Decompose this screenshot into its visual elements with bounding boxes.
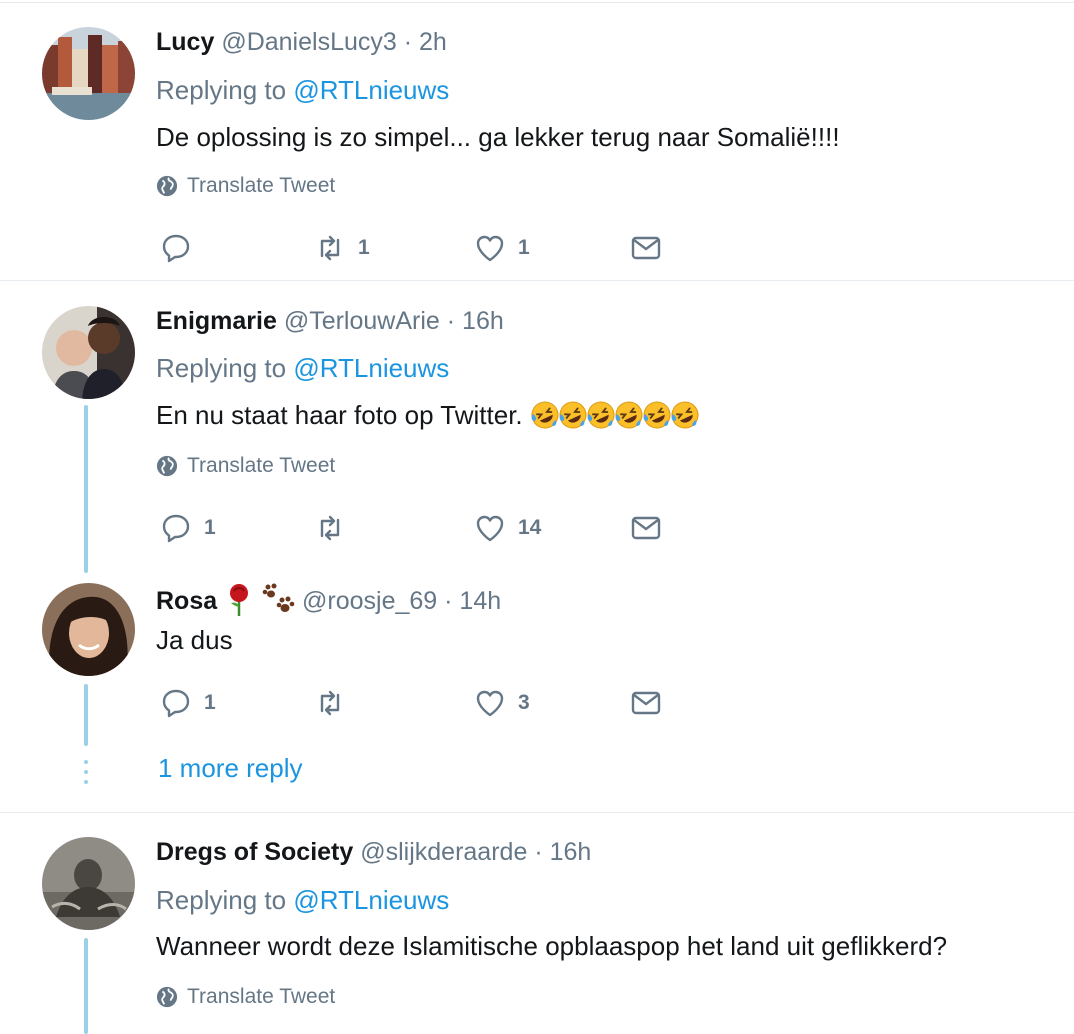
mention-link[interactable]: @RTLnieuws [293,75,449,105]
author-handle[interactable]: @roosje_69 [302,587,437,615]
mention-link[interactable]: @RTLnieuws [293,353,449,383]
tweet-header: Lucy @DanielsLucy3 · 2h [156,27,447,57]
rofl-emoji-icon [615,401,643,429]
rofl-emoji-icon [531,401,559,429]
separator-dot: · [534,838,543,866]
tweet-lucy[interactable]: Lucy @DanielsLucy3 · 2h Replying to @RTL… [0,0,1074,280]
replying-to: Replying to @RTLnieuws [156,353,449,383]
reply-button[interactable] [160,231,204,265]
tweet-thread-page: Lucy @DanielsLucy3 · 2h Replying to @RTL… [0,0,1074,1034]
replying-to: Replying to @RTLnieuws [156,75,449,105]
retweet-button[interactable] [314,686,358,720]
tweet-time[interactable]: 16h [550,838,592,866]
reply-icon [162,234,190,263]
author-name[interactable]: Rosa [156,587,217,615]
separator-dot: · [444,587,453,615]
tweet-text: De oplossing is zo simpel... ga lekker t… [156,122,840,152]
paw-prints-icon [262,583,295,612]
rofl-emoji-icon [559,401,587,429]
tweet-header: Rosa @roosje_69 · 14h [156,583,501,617]
heart-icon [476,690,504,717]
translate-label: Translate Tweet [187,454,336,477]
envelope-icon [631,691,661,715]
envelope-icon [631,516,661,540]
heart-icon [476,515,504,542]
tweet-text-line: En nu staat haar foto op Twitter. [156,400,699,430]
translate-label: Translate Tweet [187,174,336,197]
globe-icon [156,175,178,197]
envelope-icon [631,236,661,260]
tweet-actions: 1 14 [156,511,676,545]
replying-to: Replying to @RTLnieuws [156,885,449,915]
reply-icon [162,514,190,543]
avatar-enigmarie[interactable] [42,306,135,399]
tweet-dregs-of-society[interactable]: Dregs of Society @slijkderaarde · 16h Re… [0,813,1074,1034]
author-handle[interactable]: @TerlouwArie [284,307,440,335]
reply-icon [162,689,190,718]
retweet-count: 1 [358,236,370,259]
retweet-icon [320,515,340,541]
reply-count: 1 [204,691,216,714]
translate-tweet-link[interactable]: Translate Tweet [156,174,335,198]
show-more-replies-link[interactable]: 1 more reply [158,753,303,783]
author-handle[interactable]: @slijkderaarde [360,838,527,866]
rofl-emoji-icon [643,401,671,429]
tweet-rosa[interactable]: Rosa @roosje_69 · 14h Ja dus 1 3 [0,571,1074,751]
like-count: 3 [518,691,530,714]
tweet-enigmarie[interactable]: Enigmarie @TerlouwArie · 16h Replying to… [0,281,1074,571]
retweet-button[interactable]: 1 [314,231,370,265]
avatar-lucy[interactable] [42,27,135,120]
globe-icon [156,986,178,1008]
globe-icon [156,455,178,477]
author-name[interactable]: Lucy [156,28,214,56]
rose-emoji-icon [230,584,249,616]
retweet-icon [320,235,340,261]
separator-dot: · [403,28,413,56]
reply-button[interactable]: 1 [160,511,216,545]
like-count: 1 [518,236,530,259]
avatar-dregs-of-society[interactable] [42,837,135,930]
retweet-button[interactable] [314,511,358,545]
translate-tweet-link[interactable]: Translate Tweet [156,985,335,1009]
author-name[interactable]: Enigmarie [156,307,277,335]
like-button[interactable]: 3 [474,686,530,720]
emoji-row [530,400,699,430]
tweet-time[interactable]: 2h [419,28,447,56]
rofl-emoji-icon [671,401,699,429]
tweet-header: Dregs of Society @slijkderaarde · 16h [156,837,591,867]
reply-button[interactable]: 1 [160,686,216,720]
author-handle[interactable]: @DanielsLucy3 [221,28,396,56]
tweet-text: Wanneer wordt deze Islamitische opblaasp… [156,931,948,961]
thread-continuation-dots [84,760,88,790]
author-name[interactable]: Dregs of Society [156,838,353,866]
tweet-time[interactable]: 16h [462,307,504,335]
tweet-text: Ja dus [156,625,233,655]
translate-tweet-link[interactable]: Translate Tweet [156,454,335,478]
avatar-rosa[interactable] [42,583,135,676]
tweet-actions: 1 1 [156,231,676,265]
heart-icon [476,235,504,262]
replying-to-label: Replying to [156,75,287,105]
tweet-time[interactable]: 14h [459,587,501,615]
tweet-actions: 1 3 [156,686,676,720]
mention-link[interactable]: @RTLnieuws [293,885,449,915]
like-count: 14 [518,516,542,539]
reply-count: 1 [204,516,216,539]
like-button[interactable]: 14 [474,511,541,545]
replying-to-label: Replying to [156,885,287,915]
direct-message-button[interactable] [630,511,662,545]
rofl-emoji-icon [587,401,615,429]
retweet-icon [320,690,340,716]
separator-dot: · [446,307,456,335]
direct-message-button[interactable] [630,231,662,265]
tweet-header: Enigmarie @TerlouwArie · 16h [156,306,504,336]
direct-message-button[interactable] [630,686,662,720]
translate-label: Translate Tweet [187,985,336,1008]
replying-to-label: Replying to [156,353,287,383]
like-button[interactable]: 1 [474,231,530,265]
tweet-text: En nu staat haar foto op Twitter. [156,400,523,430]
